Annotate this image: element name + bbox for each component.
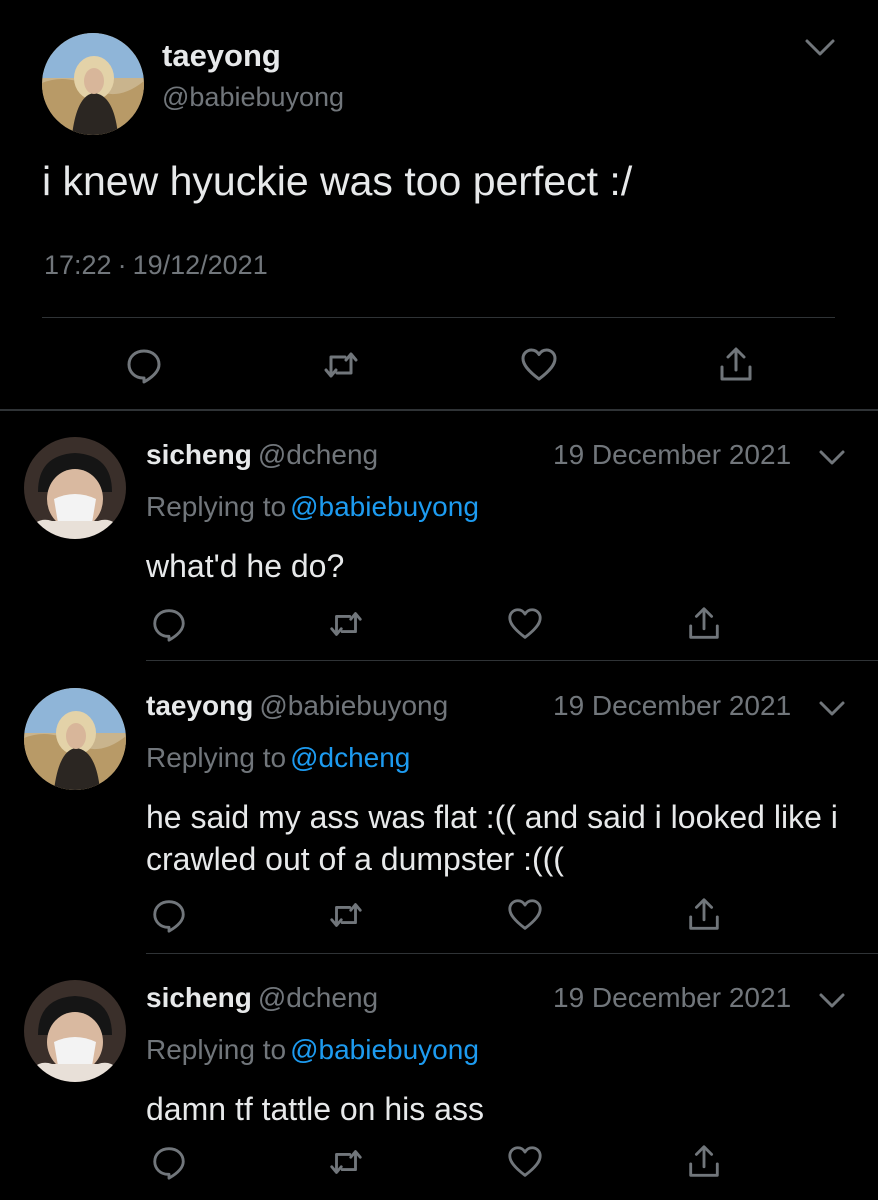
- author-handle[interactable]: @dcheng: [258, 439, 378, 470]
- meta-separator: ·: [117, 250, 127, 280]
- heart-icon[interactable]: [506, 896, 544, 934]
- tweet-date[interactable]: 19 December 2021: [553, 439, 791, 471]
- reply-icon[interactable]: [150, 605, 188, 643]
- share-icon[interactable]: [685, 605, 723, 643]
- reply-icon[interactable]: [150, 1143, 188, 1181]
- replying-to-label: Replying to: [146, 1034, 287, 1065]
- tweet-date[interactable]: 19 December 2021: [553, 982, 791, 1014]
- heart-icon[interactable]: [506, 1143, 544, 1181]
- avatar-taeyong[interactable]: [42, 33, 144, 135]
- reply-icon[interactable]: [150, 896, 188, 934]
- author-handle[interactable]: @babiebuyong: [162, 82, 344, 113]
- share-icon[interactable]: [716, 345, 756, 385]
- chevron-down-icon[interactable]: [818, 699, 846, 719]
- tweet-text: he said my ass was flat :(( and said i l…: [146, 799, 838, 877]
- reply-header: sicheng @dcheng: [146, 982, 378, 1014]
- retweet-icon[interactable]: [327, 896, 365, 934]
- replying-to-label: Replying to: [146, 742, 287, 773]
- replying-to: Replying to @babiebuyong: [146, 1034, 479, 1066]
- replying-to: Replying to @dcheng: [146, 742, 410, 774]
- replying-to: Replying to @babiebuyong: [146, 491, 479, 523]
- retweet-icon[interactable]: [327, 605, 365, 643]
- reply-icon[interactable]: [124, 345, 164, 385]
- retweet-icon[interactable]: [321, 345, 361, 385]
- tweet-action-bar: [0, 1143, 878, 1181]
- author-name[interactable]: sicheng: [146, 982, 252, 1013]
- author-handle[interactable]: @babiebuyong: [259, 690, 448, 721]
- tweet-time: 17:22: [44, 250, 112, 280]
- chevron-down-icon[interactable]: [818, 991, 846, 1011]
- author-name[interactable]: taeyong: [146, 690, 253, 721]
- heart-icon[interactable]: [506, 605, 544, 643]
- reply-header: sicheng @dcheng: [146, 439, 378, 471]
- share-icon[interactable]: [685, 896, 723, 934]
- tweet-action-bar: [0, 345, 878, 385]
- avatar-sicheng[interactable]: [24, 437, 126, 539]
- tweet-text: i knew hyuckie was too perfect :/: [42, 158, 633, 204]
- avatar-sicheng[interactable]: [24, 980, 126, 1082]
- reply-tweet[interactable]: taeyong @babiebuyong 19 December 2021 Rep…: [0, 662, 878, 954]
- divider: [146, 660, 878, 661]
- share-icon[interactable]: [685, 1143, 723, 1181]
- reply-header: taeyong @babiebuyong: [146, 690, 448, 722]
- author-handle[interactable]: @dcheng: [258, 982, 378, 1013]
- mention-link[interactable]: @babiebuyong: [290, 1034, 479, 1065]
- tweet-date: 19/12/2021: [132, 250, 268, 280]
- divider: [42, 317, 835, 318]
- replying-to-label: Replying to: [146, 491, 287, 522]
- mention-link[interactable]: @babiebuyong: [290, 491, 479, 522]
- heart-icon[interactable]: [519, 345, 559, 385]
- retweet-icon[interactable]: [327, 1143, 365, 1181]
- tweet-text: what'd he do?: [146, 548, 345, 584]
- tweet-action-bar: [0, 605, 878, 643]
- avatar-taeyong[interactable]: [24, 688, 126, 790]
- reply-tweet[interactable]: sicheng @dcheng 19 December 2021 Replying…: [0, 954, 878, 1200]
- author-name[interactable]: taeyong: [162, 38, 281, 74]
- reply-tweet[interactable]: sicheng @dcheng 19 December 2021 Replying…: [0, 411, 878, 661]
- chevron-down-icon[interactable]: [818, 448, 846, 468]
- tweet-text: damn tf tattle on his ass: [146, 1091, 484, 1127]
- tweet-date[interactable]: 19 December 2021: [553, 690, 791, 722]
- author-name[interactable]: sicheng: [146, 439, 252, 470]
- mention-link[interactable]: @dcheng: [290, 742, 410, 773]
- tweet-thread: taeyong @babiebuyong i knew hyuckie was …: [0, 0, 878, 1200]
- chevron-down-icon[interactable]: [803, 36, 837, 60]
- tweet-timestamp[interactable]: 17:22 · 19/12/2021: [44, 250, 268, 281]
- tweet-action-bar: [0, 896, 878, 934]
